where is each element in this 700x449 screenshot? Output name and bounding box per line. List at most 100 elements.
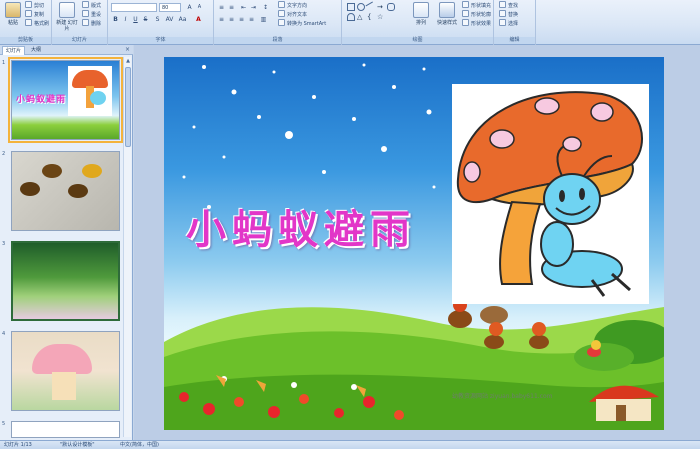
copy-button[interactable]: 复制 bbox=[25, 10, 44, 19]
bee-ant-figure bbox=[82, 164, 102, 178]
slide-counter: 幻灯片 1/13 bbox=[4, 442, 32, 448]
shape-arc-icon[interactable] bbox=[347, 13, 355, 21]
new-slide-button[interactable]: 新建 幻灯片 bbox=[56, 2, 78, 34]
scroll-thumb[interactable] bbox=[125, 67, 131, 147]
strikethrough-icon[interactable]: S bbox=[141, 15, 150, 24]
bee-ant-figure bbox=[42, 164, 62, 178]
shape-outline-button[interactable]: 形状轮廓 bbox=[462, 10, 491, 19]
clipboard-group: 粘贴 剪切 复制 格式刷 剪贴板 bbox=[0, 0, 52, 45]
char-spacing-icon[interactable]: AV bbox=[165, 15, 174, 24]
change-case-icon[interactable]: Aa bbox=[178, 15, 187, 24]
drawing-group: → △ { ☆ 排列 快速样式 形状填充 形状轮廓 形状效果 绘图 bbox=[342, 0, 494, 45]
font-size-combo[interactable]: 80 bbox=[159, 3, 181, 12]
editing-group-label: 编辑 bbox=[494, 37, 535, 44]
replace-button[interactable]: 替换 bbox=[499, 10, 518, 19]
scroll-up-icon[interactable]: ▲ bbox=[124, 57, 132, 65]
close-icon[interactable]: × bbox=[125, 46, 130, 54]
format-painter-button[interactable]: 格式刷 bbox=[25, 19, 49, 28]
shape-oval-icon[interactable] bbox=[357, 3, 365, 11]
paragraph-group: ≡ ≡ ⇤ ⇥ ↕ ≡ ≡ ≡ ≡ ▥ 文字方向 对齐文本 转换为 SmartA… bbox=[214, 0, 342, 45]
editing-group: 查找 替换 选择 编辑 bbox=[494, 0, 536, 45]
new-slide-icon bbox=[59, 2, 75, 18]
shape-fill-button[interactable]: 形状填充 bbox=[462, 1, 491, 10]
website-credit: 幼教资源网站 ziyuan.baby611.com bbox=[452, 393, 553, 400]
replace-icon bbox=[499, 10, 506, 17]
bee-ant-figure bbox=[68, 184, 88, 198]
shape-rectangle-icon[interactable] bbox=[347, 3, 355, 11]
select-button[interactable]: 选择 bbox=[499, 19, 518, 28]
align-right-icon[interactable]: ≡ bbox=[237, 15, 246, 24]
reset-button[interactable]: 重设 bbox=[82, 10, 101, 19]
format-painter-icon bbox=[25, 19, 32, 26]
shape-effects-icon bbox=[462, 19, 469, 26]
delete-icon bbox=[82, 19, 89, 26]
thumb-picture bbox=[68, 66, 112, 116]
cut-button[interactable]: 剪切 bbox=[25, 1, 44, 10]
bold-icon[interactable]: B bbox=[111, 15, 120, 24]
numbering-icon[interactable]: ≡ bbox=[227, 3, 236, 12]
decrease-indent-icon[interactable]: ⇤ bbox=[239, 3, 248, 12]
font-group-label: 字体 bbox=[108, 37, 213, 44]
shape-triangle-icon[interactable]: △ bbox=[357, 13, 365, 21]
shape-rounded-icon[interactable] bbox=[387, 3, 395, 11]
slide-thumbnail-panel: 幻灯片 大纲 × 1 小蚂蚁避雨 2 3 4 5 ▲ bbox=[0, 45, 133, 440]
font-color-icon[interactable]: A bbox=[194, 15, 203, 24]
drawing-group-label: 绘图 bbox=[342, 37, 493, 44]
underline-icon[interactable]: U bbox=[131, 15, 140, 24]
thumb-title: 小蚂蚁避雨 bbox=[16, 95, 67, 105]
align-text-button[interactable]: 对齐文本 bbox=[278, 10, 307, 19]
thumb-mushroom-house bbox=[32, 344, 92, 374]
find-button[interactable]: 查找 bbox=[499, 1, 518, 10]
grow-font-button[interactable]: A bbox=[185, 3, 194, 12]
mushroom-picture[interactable] bbox=[452, 84, 649, 304]
columns-icon[interactable]: ▥ bbox=[259, 15, 268, 24]
line-spacing-icon[interactable]: ↕ bbox=[261, 3, 270, 12]
shadow-icon[interactable]: S bbox=[153, 15, 162, 24]
smartart-button[interactable]: 转换为 SmartArt bbox=[278, 19, 326, 28]
font-name-combo[interactable] bbox=[111, 3, 157, 12]
mushroom-ant-illustration bbox=[456, 91, 643, 297]
italic-icon[interactable]: I bbox=[121, 15, 130, 24]
increase-indent-icon[interactable]: ⇥ bbox=[249, 3, 258, 12]
slide-number: 4 bbox=[2, 331, 6, 337]
bee-ant-figure bbox=[20, 182, 40, 196]
layout-button[interactable]: 版式 bbox=[82, 1, 101, 10]
select-icon bbox=[499, 19, 506, 26]
justify-icon[interactable]: ≡ bbox=[247, 15, 256, 24]
language-indicator[interactable]: 中文(简体，中国) bbox=[120, 441, 159, 449]
align-left-icon[interactable]: ≡ bbox=[217, 15, 226, 24]
theme-name[interactable]: "默认设计模板" bbox=[60, 441, 95, 449]
shape-arrow-icon[interactable]: → bbox=[377, 3, 385, 11]
thumbnail-scrollbar[interactable]: ▲ bbox=[123, 57, 131, 437]
panel-tabs: 幻灯片 大纲 × bbox=[0, 45, 133, 55]
quick-styles-button[interactable]: 快速样式 bbox=[434, 2, 460, 34]
slide-thumbnail-2[interactable] bbox=[11, 151, 120, 231]
slide-thumbnail-4[interactable] bbox=[11, 331, 120, 411]
delete-slide-button[interactable]: 删除 bbox=[82, 19, 101, 28]
shape-brace-icon[interactable]: { bbox=[367, 13, 375, 21]
shape-effects-button[interactable]: 形状效果 bbox=[462, 19, 491, 28]
slide-title[interactable]: 小蚂蚁避雨 bbox=[186, 197, 456, 253]
paste-icon bbox=[5, 2, 21, 18]
shape-fill-icon bbox=[462, 1, 469, 8]
slide-thumbnail-3[interactable] bbox=[11, 241, 120, 321]
shape-line-icon[interactable] bbox=[365, 1, 377, 13]
tab-slides[interactable]: 幻灯片 bbox=[2, 46, 26, 55]
slide-number: 3 bbox=[2, 241, 6, 247]
slide-thumbnail-1[interactable]: 小蚂蚁避雨 bbox=[8, 57, 123, 143]
copy-icon bbox=[25, 10, 32, 17]
text-direction-icon bbox=[278, 1, 285, 8]
shrink-font-button[interactable]: A bbox=[195, 3, 204, 12]
font-group: 80 A A B I U S S AV Aa A 字体 bbox=[108, 0, 214, 45]
tab-outline[interactable]: 大纲 bbox=[28, 46, 44, 55]
slide-thumbnail-5[interactable] bbox=[11, 421, 120, 438]
shape-outline-icon bbox=[462, 10, 469, 17]
text-direction-button[interactable]: 文字方向 bbox=[278, 1, 307, 10]
current-slide[interactable]: 小蚂蚁避雨 幼教资源网站 ziyuan.baby611.com bbox=[164, 57, 664, 430]
bullets-icon[interactable]: ≡ bbox=[217, 3, 226, 12]
shape-star-icon[interactable]: ☆ bbox=[377, 13, 385, 21]
paste-button[interactable]: 粘贴 bbox=[2, 2, 24, 34]
align-center-icon[interactable]: ≡ bbox=[227, 15, 236, 24]
slide-number: 5 bbox=[2, 421, 6, 427]
arrange-button[interactable]: 排列 bbox=[410, 2, 432, 34]
